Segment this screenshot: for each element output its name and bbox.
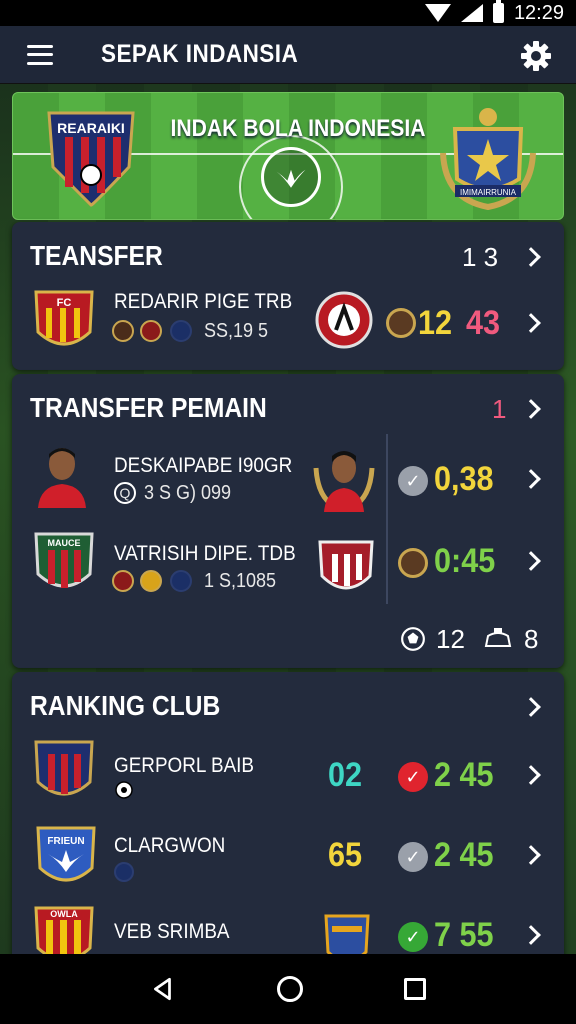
ranking-row2-score: 2 45 [434, 836, 494, 874]
transfer-pemain-row2-name: VATRISIH DIPE. TDB [114, 542, 296, 565]
club-logo-icon [318, 540, 374, 590]
transfer-pemain-row2-sub: 1 S,1085 [204, 570, 277, 592]
chevron-right-icon[interactable] [521, 925, 541, 945]
transfer-row-sub: SS,19 5 [204, 320, 269, 342]
app-bar: SEPAK INDANSIA [0, 26, 576, 84]
club-crest-icon: FRIEUN [36, 826, 96, 882]
player-icon [398, 548, 428, 578]
player-mini-icon [114, 862, 134, 882]
transfer-card-title: TEANSFER [30, 240, 163, 271]
club-crest-icon [34, 740, 94, 796]
status-time: 12:29 [513, 1, 564, 24]
player-mini-icon [170, 320, 192, 342]
transfer-crest-text: FC [57, 297, 72, 309]
banner-title: INDAK BOLA INDONESIA [170, 115, 426, 142]
rank2-crest-text: FRIEUN [47, 836, 84, 847]
hero-banner[interactable]: REARAIKI INDAK BOLA INDONESIA IMIMAIRRUN… [12, 92, 564, 220]
player-mini-icon [140, 320, 162, 342]
club-crest-left: REARAIKI [47, 111, 135, 207]
transfer-pemain-row2-score: 0:45 [434, 542, 496, 580]
garuda-emblem-icon [261, 147, 321, 207]
check-icon: ✓ [398, 762, 428, 792]
ranking-row2-name: CLARGWON [114, 834, 226, 857]
ranking-row1-score: 2 45 [434, 756, 494, 794]
recent-apps-icon[interactable] [403, 978, 426, 1000]
back-icon[interactable] [150, 976, 176, 1002]
check-icon: ✓ [398, 466, 428, 496]
player-mini-icon [112, 570, 134, 592]
player-mini-icon [140, 570, 162, 592]
chevron-right-icon[interactable] [521, 551, 541, 571]
crest-right-text: IMIMAIRRUNIA [460, 188, 517, 197]
transfer-pemain-row1-name: DESKAIPABE I90GR [114, 454, 293, 477]
footer-right-count: 8 [524, 624, 539, 654]
chevron-right-icon[interactable] [521, 697, 541, 717]
chevron-right-icon[interactable] [521, 313, 541, 333]
ranking-club-title: RANKING CLUB [30, 690, 221, 721]
club-crest-right: IMIMAIRRUNIA [440, 108, 536, 211]
system-nav-bar [0, 954, 576, 1024]
chevron-right-icon[interactable] [521, 765, 541, 785]
transfer-count: 1 3 [462, 242, 499, 272]
rank3-crest-text: OWLA [50, 909, 78, 919]
ranking-row3-score: 7 55 [434, 916, 494, 954]
ball-icon [115, 781, 133, 799]
row2-crest-text: MAUCE [48, 538, 81, 548]
player-mini-icon [170, 570, 192, 592]
stadium-icon [484, 628, 512, 647]
ranking-row2-rank: 65 [328, 836, 363, 874]
transfer-pemain-row1-score: 0,38 [434, 460, 494, 498]
player-icon [386, 308, 416, 338]
ranking-row1-name: GERPORL BAIB [114, 754, 255, 777]
transfer-pemain-card[interactable]: TRANSFER PEMAIN 1 DESKAIPABE I90GR Q 3 S… [12, 374, 564, 668]
app-screen: 12:29 SEPAK INDANSIA REARAIKI INDAK BOLA… [0, 0, 576, 1024]
transfer-card[interactable]: TEANSFER 1 3 FC REDARIR PIGE TRB SS,19 5… [12, 222, 564, 370]
signal-icon [460, 4, 483, 22]
transfer-score-away: 43 [466, 304, 501, 342]
crest-left-text: REARAIKI [57, 120, 125, 136]
chevron-right-icon[interactable] [521, 469, 541, 489]
status-bar: 12:29 [0, 0, 576, 26]
player-avatar [38, 448, 86, 508]
club-logo-icon [315, 291, 373, 349]
menu-icon[interactable] [27, 44, 53, 65]
chevron-right-icon[interactable] [521, 845, 541, 865]
chevron-right-icon[interactable] [521, 399, 541, 419]
gear-icon[interactable] [520, 40, 552, 72]
check-icon: ✓ [398, 922, 428, 952]
ball-icon [401, 627, 425, 651]
player-mini-icon [112, 320, 134, 342]
chevron-right-icon[interactable] [521, 247, 541, 267]
transfer-pemain-title: TRANSFER PEMAIN [30, 392, 267, 423]
club-crest-icon: FC [34, 290, 94, 346]
check-icon: ✓ [398, 842, 428, 872]
ranking-club-card[interactable]: RANKING CLUB GERPORL BAIB 02 ✓ 2 45 FRIE… [12, 672, 564, 963]
wifi-icon [424, 4, 451, 22]
transfer-pemain-row1-prefix: Q [114, 482, 136, 504]
home-icon[interactable] [276, 976, 303, 1002]
player-avatar-crest [313, 451, 375, 512]
ranking-row3-name: VEB SRIMBA [114, 920, 230, 943]
transfer-row-name: REDARIR PIGE TRB [114, 290, 293, 313]
footer-left-count: 12 [436, 624, 465, 654]
ranking-row1-rank: 02 [328, 756, 363, 794]
transfer-pemain-row1-sub: 3 S G) 099 [144, 482, 232, 504]
vertical-divider [386, 434, 388, 604]
battery-icon [492, 0, 504, 23]
transfer-score-home: 12 [418, 304, 453, 342]
app-title: SEPAK INDANSIA [101, 40, 299, 68]
transfer-pemain-count: 1 [492, 394, 507, 424]
club-crest-icon: MAUCE [34, 532, 94, 588]
